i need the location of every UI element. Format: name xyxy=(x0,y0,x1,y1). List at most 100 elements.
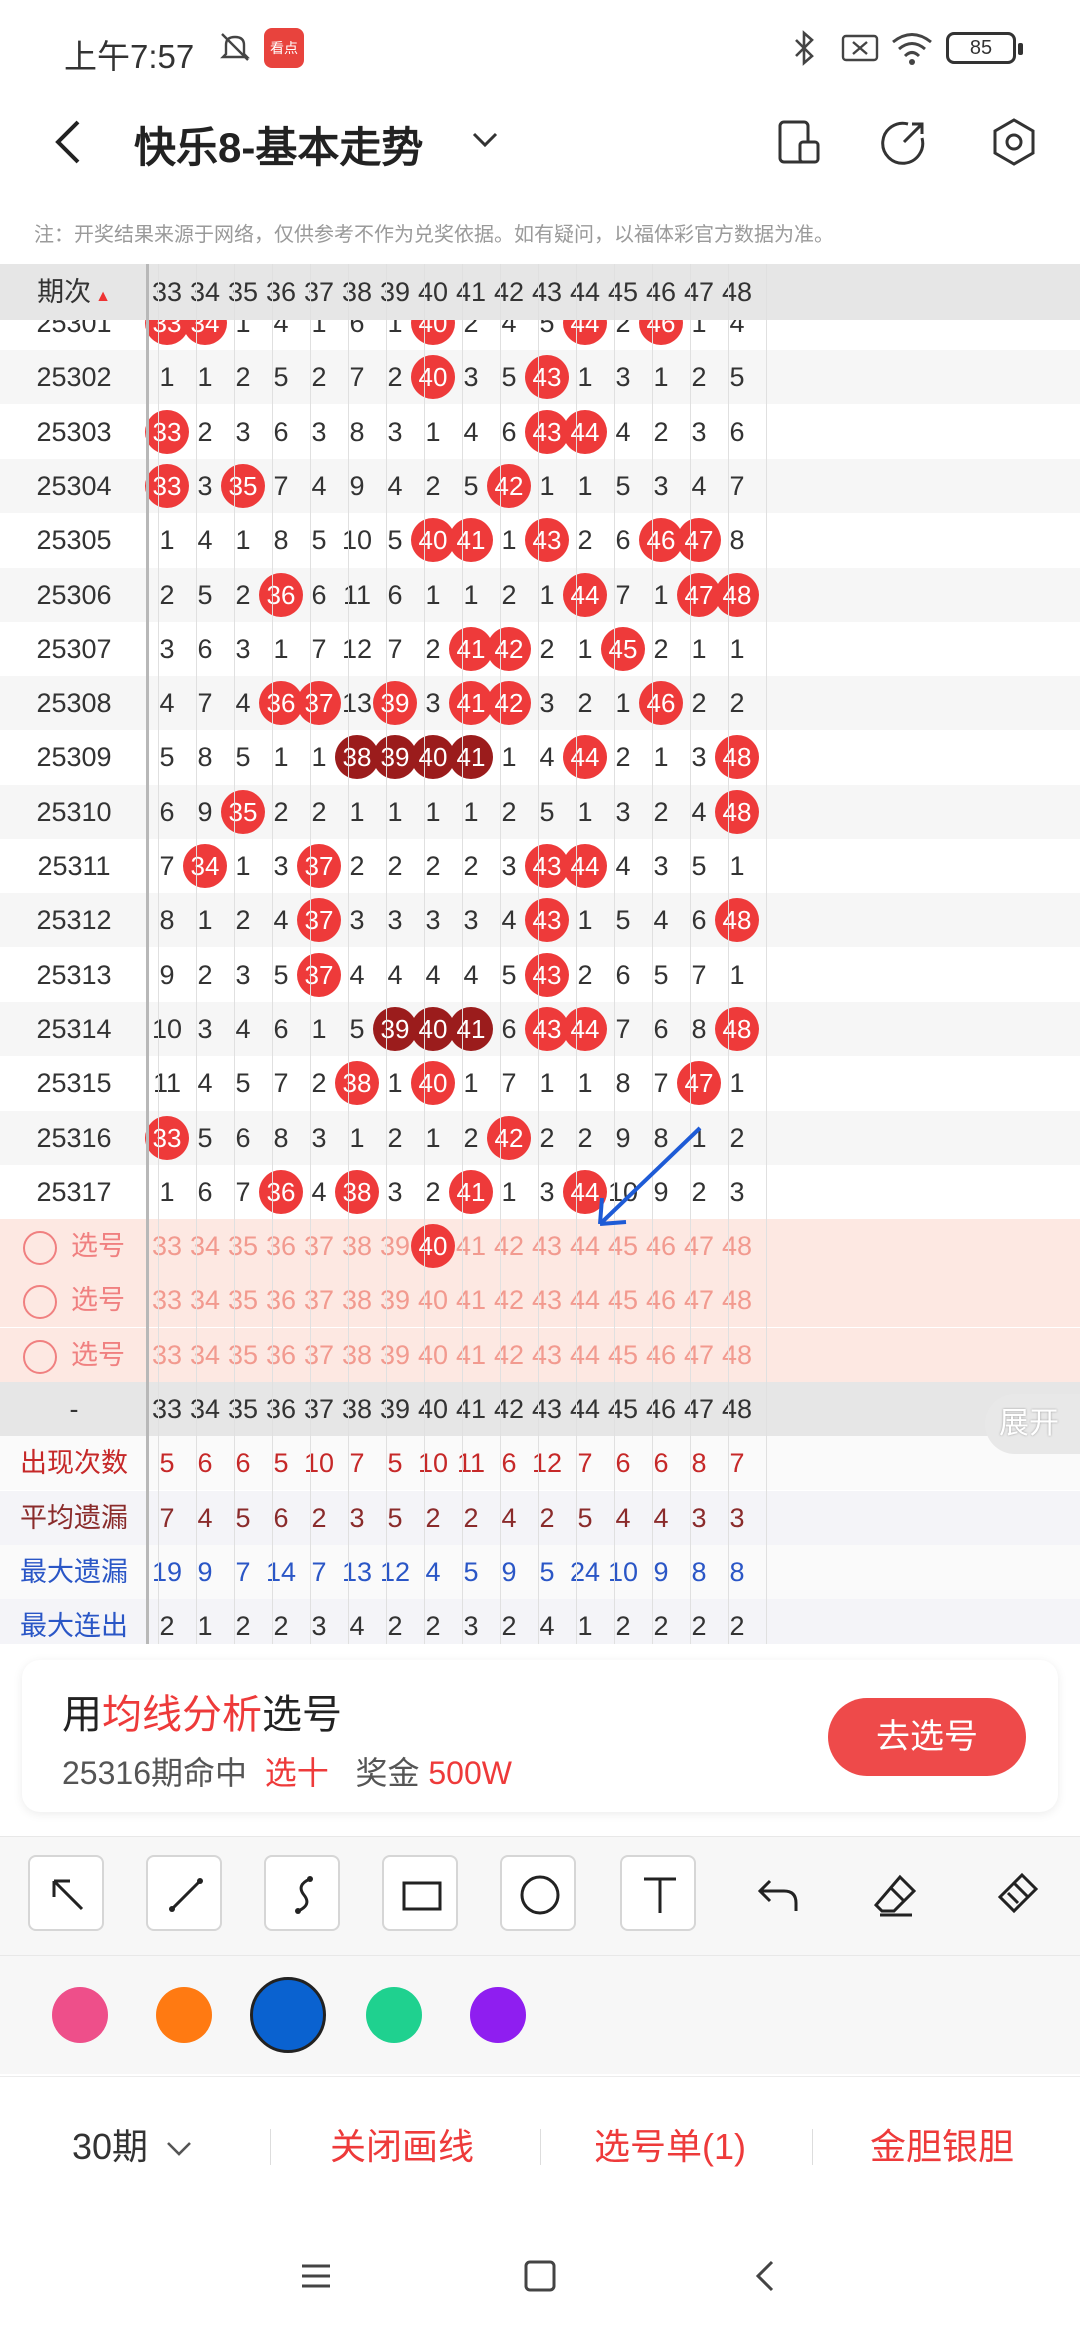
period-selector[interactable]: 30期 xyxy=(72,2077,194,2217)
arrow-tool-icon[interactable] xyxy=(28,1855,104,1931)
column-footer: 48 xyxy=(721,1394,753,1424)
battery-indicator: 85 xyxy=(946,32,1023,64)
color-swatch[interactable] xyxy=(52,1987,108,2043)
period-header[interactable]: 期次 ▲ xyxy=(0,264,148,318)
line-tool-icon[interactable] xyxy=(146,1855,222,1931)
table-row: 25302 1 1 2 5 2 7 2 40 3 5 43 1 3 1 2 5 xyxy=(0,350,1080,405)
winning-number-ball: 48 xyxy=(715,735,759,780)
grid-line xyxy=(386,264,387,1644)
period-cell: 25306 xyxy=(36,579,112,610)
table-row: 25306 2 5 2 36 6 11 6 1 1 2 1 44 7 1 47 48 xyxy=(0,567,1080,622)
bell-muted-icon xyxy=(220,33,250,61)
table-cell: 48 xyxy=(709,568,765,622)
divider xyxy=(812,2129,813,2165)
settings-icon[interactable] xyxy=(986,114,1042,170)
grid-line xyxy=(462,264,463,1644)
pick-row-label[interactable]: 选号 xyxy=(0,1328,148,1382)
period-cell: 25315 xyxy=(36,1068,112,1099)
stats-value: 7 xyxy=(729,1448,745,1479)
table-cell: 48 xyxy=(709,785,765,839)
pick-list-button[interactable]: 选号单(1) xyxy=(594,2077,746,2217)
circle-tool-icon[interactable] xyxy=(500,1855,576,1931)
trend-table[interactable]: 25301 33 34 1 4 1 6 1 40 2 4 5 44 2 46 1 4 25302 1 1 2 5 2 7 2 40… xyxy=(0,264,1080,1644)
period-cell: 25308 xyxy=(36,688,112,719)
table-row: 25317 1 6 7 36 4 38 3 2 41 1 3 44 10 9 2 3 xyxy=(0,1164,1080,1219)
promo-card[interactable]: 用均线分析选号 25316期命中 选十 奖金 500W 去选号 xyxy=(22,1660,1058,1812)
color-swatch[interactable] xyxy=(366,1987,422,2043)
table-cell: 8 xyxy=(729,525,745,556)
period-header-label: 期次 xyxy=(37,277,92,307)
eraser-icon[interactable] xyxy=(856,1855,932,1931)
select-circle-icon[interactable] xyxy=(23,1285,57,1320)
winning-number-ball: 48 xyxy=(715,572,759,617)
sim-disabled-icon xyxy=(841,34,879,62)
color-swatch[interactable] xyxy=(470,1987,526,2043)
curve-tool-icon[interactable] xyxy=(264,1855,340,1931)
expand-button[interactable]: 展开 xyxy=(985,1394,1080,1454)
table-row: 25310 6 9 35 2 2 1 1 1 1 2 5 1 3 2 4 48 xyxy=(0,784,1080,839)
color-palette xyxy=(0,1956,1080,2074)
app-header: 快乐8-基本走势 xyxy=(0,96,1080,188)
period-cell: 25305 xyxy=(36,525,112,556)
table-row: 25305 1 4 1 8 5 10 5 40 41 1 43 2 6 46 47 8 xyxy=(0,513,1080,568)
pick-number[interactable]: 48 xyxy=(709,1328,765,1382)
table-row: 25313 9 2 3 5 37 4 4 4 4 5 43 2 6 5 7 1 xyxy=(0,947,1080,1002)
table-row: 25307 3 6 3 1 7 12 7 2 41 42 2 1 45 2 1 1 xyxy=(0,621,1080,676)
grid-line xyxy=(690,264,691,1644)
promo-highlight: 均线分析 xyxy=(102,1693,262,1737)
menu-icon[interactable] xyxy=(294,2254,338,2298)
gold-silver-button[interactable]: 金胆银胆 xyxy=(870,2077,1014,2217)
table-row: 25308 4 7 4 36 37 13 39 3 41 42 3 2 1 46 2 2 xyxy=(0,676,1080,731)
table-cell: 7 xyxy=(729,470,745,501)
color-swatch[interactable] xyxy=(250,1977,326,2053)
text-tool-icon[interactable] xyxy=(620,1855,696,1931)
app-notification-icon: 看点 xyxy=(264,28,304,68)
select-circle-icon[interactable] xyxy=(23,1230,57,1265)
column-header: 48 xyxy=(721,277,753,307)
table-row: 25316 33 5 6 8 3 1 2 1 2 42 2 2 9 8 1 2 xyxy=(0,1110,1080,1165)
close-draw-button[interactable]: 关闭画线 xyxy=(330,2077,474,2217)
pick-row[interactable]: 选号 33 34 35 36 37 38 39 40 41 42 43 44 45 46 47 48 xyxy=(0,1273,1080,1328)
winning-number-ball: 48 xyxy=(715,1006,759,1051)
screen-rotate-icon[interactable] xyxy=(770,114,826,170)
grid-line xyxy=(310,264,311,1644)
home-icon[interactable] xyxy=(518,2254,562,2298)
grid-line xyxy=(576,264,577,1644)
chevron-down-icon[interactable] xyxy=(470,128,500,152)
pick-number[interactable]: 48 xyxy=(709,1273,765,1327)
period-cell: 25307 xyxy=(36,633,112,664)
pick-label: 选号 xyxy=(71,1285,125,1316)
undo-icon[interactable] xyxy=(738,1855,814,1931)
bluetooth-icon xyxy=(795,30,814,66)
stats-row: 出现次数 5 6 6 5 10 7 5 10 11 6 12 7 6 6 8 7 xyxy=(0,1436,1080,1491)
pick-row[interactable]: 选号 33 34 35 36 37 38 39 40 41 42 43 44 45 46 47 48 xyxy=(0,1327,1080,1382)
table-cell: 5 xyxy=(729,362,745,393)
grid-line xyxy=(766,264,767,1644)
back-nav-icon[interactable] xyxy=(744,2254,788,2298)
rectangle-tool-icon[interactable] xyxy=(382,1855,458,1931)
color-swatch[interactable] xyxy=(156,1987,212,2043)
back-icon[interactable] xyxy=(48,116,88,168)
table-cell: 1 xyxy=(729,1068,745,1099)
stats-value: 3 xyxy=(729,1502,745,1533)
clear-brush-icon[interactable] xyxy=(976,1855,1052,1931)
grid-line xyxy=(158,264,159,1644)
grid-line xyxy=(538,264,539,1644)
pick-number[interactable]: 48 xyxy=(709,1219,765,1273)
grid-line xyxy=(272,264,273,1644)
select-circle-icon[interactable] xyxy=(23,1339,57,1374)
stats-row: 平均遗漏 7 4 5 6 2 3 5 2 2 4 2 5 4 4 3 3 xyxy=(0,1490,1080,1545)
period-cell: 25309 xyxy=(36,742,112,773)
page-title[interactable]: 快乐8-基本走势 xyxy=(134,114,423,175)
divider xyxy=(270,2129,271,2165)
go-pick-button[interactable]: 去选号 xyxy=(828,1698,1026,1776)
winning-number-ball: 48 xyxy=(715,898,759,943)
pick-row-label[interactable]: 选号 xyxy=(0,1219,148,1273)
table-cell: 2 xyxy=(729,688,745,719)
share-icon[interactable] xyxy=(876,114,932,170)
pick-row[interactable]: 选号 33 34 35 36 37 38 39 40 41 42 43 44 45 46 47 48 xyxy=(0,1219,1080,1274)
pick-row-label[interactable]: 选号 xyxy=(0,1273,148,1327)
period-column-divider xyxy=(146,264,149,1644)
divider xyxy=(540,2129,541,2165)
table-cell: 6 xyxy=(729,416,745,447)
